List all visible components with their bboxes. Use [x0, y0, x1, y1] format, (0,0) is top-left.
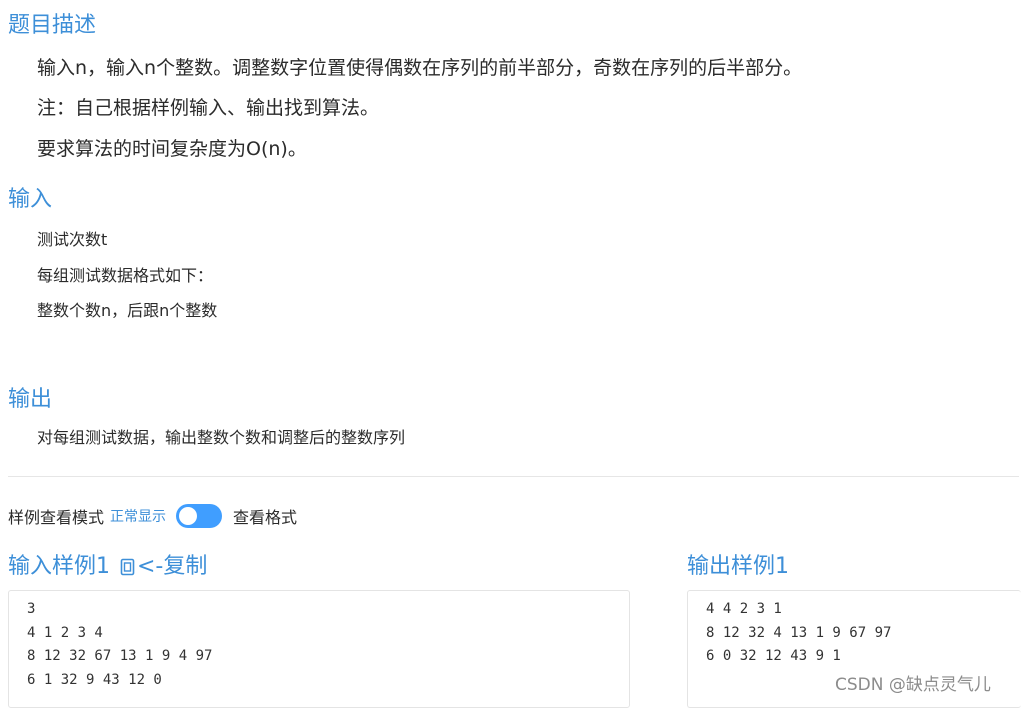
sample-mode-label: 样例查看模式 — [8, 508, 105, 527]
copy-label: <-复制 — [137, 554, 208, 579]
sample-output-line: 8 12 32 4 13 1 9 67 97 — [706, 624, 892, 641]
input-line-3: 整数个数n，后跟n个整数 — [37, 301, 218, 320]
description-line-2: 注：自己根据样例输入、输出找到算法。 — [37, 97, 380, 119]
description-title: 题目描述 — [8, 13, 97, 38]
view-format-label[interactable]: 查看格式 — [233, 504, 297, 528]
copy-button[interactable]: <-复制 — [120, 553, 207, 581]
toggle-knob — [179, 507, 198, 525]
sample-input-line: 8 12 32 67 13 1 9 4 97 — [27, 648, 213, 664]
sample-mode-row: 样例查看模式 正常显示 查看格式 — [8, 503, 297, 529]
sample-output-line: 6 0 32 12 43 9 1 — [706, 648, 841, 664]
sample-input-header: 输入样例1 <-复制 — [8, 553, 207, 581]
csdn-watermark: CSDN @缺点灵气儿 — [835, 675, 991, 695]
sample-output-title: 输出样例1 — [687, 554, 789, 579]
sample-input-box: 3 4 1 2 3 4 8 12 32 67 13 1 9 4 97 6 1 3… — [8, 590, 630, 708]
section-divider — [8, 476, 1019, 477]
sample-input-line: 3 — [27, 601, 36, 617]
input-line-1: 测试次数t — [37, 230, 108, 249]
input-title: 输入 — [8, 187, 53, 212]
output-line-1: 对每组测试数据，输出整数个数和调整后的整数序列 — [37, 428, 406, 447]
sample-output-header: 输出样例1 — [687, 553, 789, 581]
sample-mode-toggle[interactable] — [176, 504, 223, 528]
copy-icon — [120, 558, 135, 576]
problem-page: 题目描述 输入n，输入n个整数。调整数字位置使得偶数在序列的前半部分，奇数在序列… — [0, 0, 1021, 708]
input-line-2: 每组测试数据格式如下： — [37, 266, 214, 285]
sample-input-title: 输入样例1 — [8, 554, 110, 579]
output-title: 输出 — [8, 387, 53, 412]
description-line-3: 要求算法的时间复杂度为O(n)。 — [37, 138, 307, 160]
sample-input-line: 4 1 2 3 4 — [27, 624, 103, 641]
description-line-1: 输入n，输入n个整数。调整数字位置使得偶数在序列的前半部分，奇数在序列的后半部分… — [37, 57, 803, 79]
normal-display-label[interactable]: 正常显示 — [110, 506, 166, 526]
sample-output-line: 4 4 2 3 1 — [706, 601, 782, 617]
sample-input-line: 6 1 32 9 43 12 0 — [27, 671, 162, 688]
